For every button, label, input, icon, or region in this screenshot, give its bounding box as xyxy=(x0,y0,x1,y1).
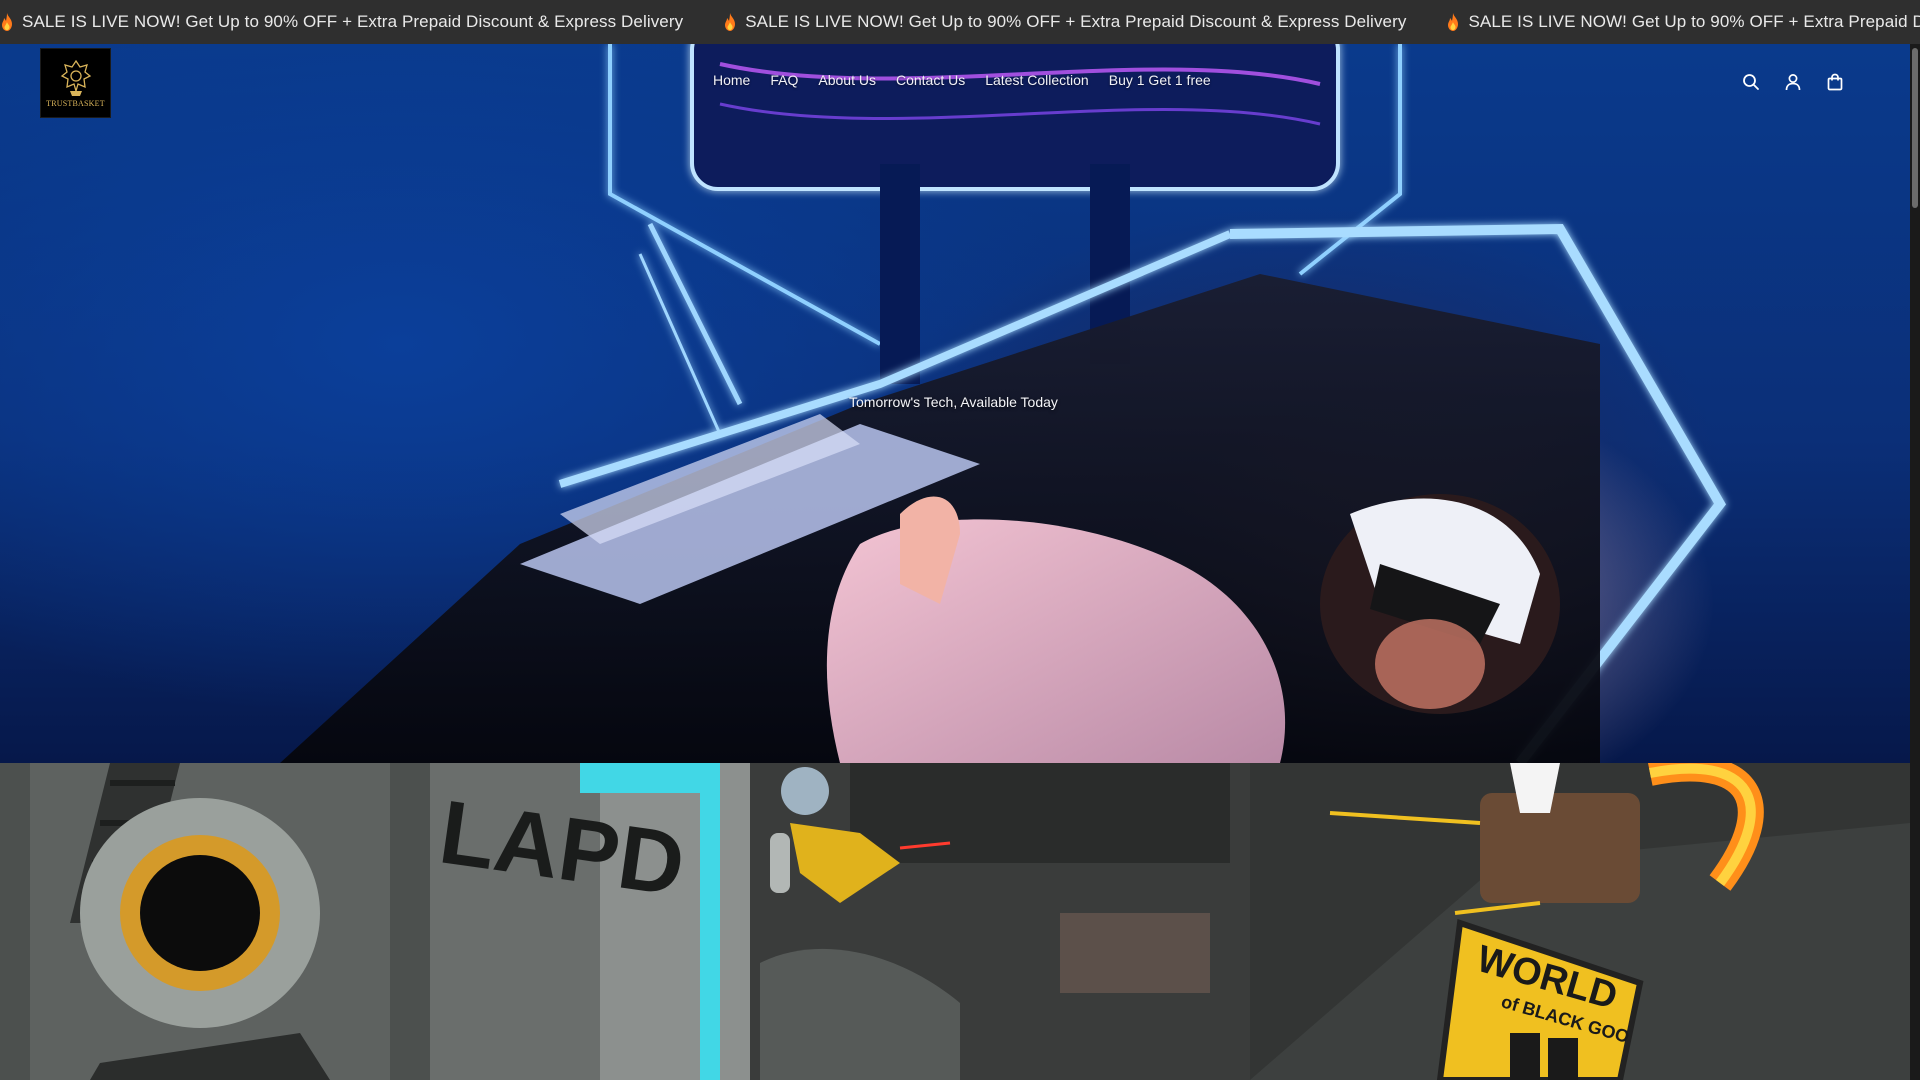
hero-heading: Tomorrow's Tech, Available Today xyxy=(849,394,1058,410)
nav-latest-collection[interactable]: Latest Collection xyxy=(975,72,1099,88)
announcement-text: SALE IS LIVE NOW! Get Up to 90% OFF + Ex… xyxy=(745,12,1407,31)
bag-icon xyxy=(1827,73,1843,91)
user-icon xyxy=(1785,74,1801,91)
announcement-item[interactable]: SALE IS LIVE NOW! Get Up to 90% OFF + Ex… xyxy=(723,12,1406,32)
announcement-text: SALE IS LIVE NOW! Get Up to 90% OFF + Ex… xyxy=(22,12,684,31)
scrollbar-thumb[interactable] xyxy=(1912,48,1918,208)
search-icon xyxy=(1743,74,1759,90)
search-button[interactable] xyxy=(1741,72,1761,92)
page-scrollbar[interactable] xyxy=(1910,44,1920,1080)
cart-button[interactable] xyxy=(1825,72,1845,92)
nav-about-us[interactable]: About Us xyxy=(808,72,886,88)
site-header: TRUSTBASKET Home FAQ About Us Contact Us… xyxy=(0,44,1910,124)
logo[interactable]: TRUSTBASKET xyxy=(40,48,111,118)
nav-contact-us[interactable]: Contact Us xyxy=(886,72,975,88)
nav-faq[interactable]: FAQ xyxy=(760,72,808,88)
header-actions xyxy=(1741,72,1845,92)
announcement-item[interactable]: SALE IS LIVE NOW! Get Up to 90% OFF + Ex… xyxy=(0,12,683,32)
account-button[interactable] xyxy=(1783,72,1803,92)
crest-icon xyxy=(60,59,91,96)
nav-home[interactable]: Home xyxy=(703,72,760,88)
fire-icon xyxy=(2,13,12,31)
main-nav: Home FAQ About Us Contact Us Latest Coll… xyxy=(703,72,1221,88)
artwork-image: LAPD WORLD of BLACK GOO xyxy=(0,763,1910,1080)
fire-icon xyxy=(1448,13,1459,31)
announcement-text: SALE IS LIVE NOW! Get Up to 90% OFF + Ex… xyxy=(1468,12,1920,31)
fire-icon xyxy=(725,13,736,31)
logo-text: TRUSTBASKET xyxy=(46,99,105,108)
announcement-track: SALE IS LIVE NOW! Get Up to 90% OFF + Ex… xyxy=(0,12,1920,32)
announcement-item[interactable]: SALE IS LIVE NOW! Get Up to 90% OFF + Ex… xyxy=(1446,12,1920,32)
featured-artwork-section[interactable]: LAPD WORLD of BLACK GOO xyxy=(0,763,1910,1080)
announcement-bar: SALE IS LIVE NOW! Get Up to 90% OFF + Ex… xyxy=(0,0,1920,44)
nav-buy-1-get-1[interactable]: Buy 1 Get 1 free xyxy=(1099,72,1221,88)
